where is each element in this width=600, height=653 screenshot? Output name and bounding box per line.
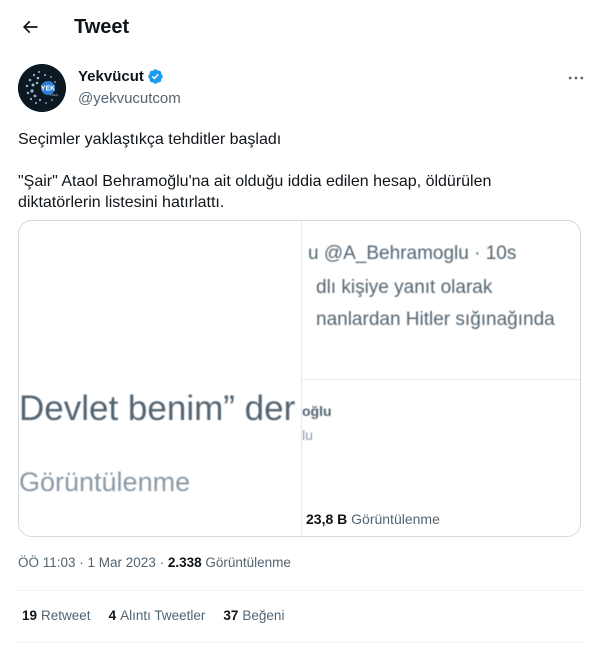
tweet-text-line: diktatörlerin listesini hatırlattı.	[18, 194, 225, 211]
media-left-big-text: Devlet benim” der	[19, 389, 296, 428]
quote-label: Alıntı Tweetler	[120, 608, 206, 623]
tweet-author: YEK vücut Yekvücut @yekvucutcom	[18, 64, 588, 116]
retweet-count: 19	[22, 608, 38, 623]
media-image-right[interactable]: u @A_Behramoglu · 10s dlı kişiye yanıt o…	[302, 221, 580, 536]
name-row: Yekvücut	[78, 68, 164, 85]
tweet-timestamp[interactable]: ÖÖ 11:03 · 1 Mar 2023 ·	[18, 555, 168, 570]
like-count: 37	[223, 608, 239, 623]
tweet-text-line: "Şair" Ataol Behramoğlu'na ait olduğu id…	[18, 173, 492, 190]
tweet-meta: ÖÖ 11:03 · 1 Mar 2023 · 2.338 Görüntülen…	[18, 555, 291, 570]
media-left-views: Görüntülenme	[19, 467, 191, 497]
retweet-stat[interactable]: 19 Retweet	[22, 608, 91, 623]
like-stat[interactable]: 37 Beğeni	[223, 608, 284, 623]
tweet-text: Seçimler yaklaştıkça tehditler başladı "…	[18, 129, 578, 213]
media-right-divider	[302, 379, 580, 380]
tweet-stats: 19 Retweet 4 Alıntı Tweetler 37 Beğeni	[22, 608, 284, 623]
media-right-line2: dlı kişiye yanıt olarak	[316, 277, 493, 298]
quote-stat[interactable]: 4 Alıntı Tweetler	[109, 608, 206, 623]
like-label: Beğeni	[242, 608, 285, 623]
quote-count: 4	[108, 608, 117, 623]
page-title: Tweet	[74, 16, 130, 38]
retweet-label: Retweet	[41, 608, 91, 623]
media-right-line3: nanlardan Hitler sığınağında	[316, 309, 555, 330]
media-image-left[interactable]: Devlet benim” der Görüntülenme	[19, 221, 301, 536]
more-horizontal-icon	[568, 76, 584, 80]
svg-text:YEK: YEK	[41, 86, 55, 93]
back-button[interactable]	[16, 13, 44, 41]
views-count: 2.338	[167, 555, 202, 570]
avatar-logo: YEK vücut	[18, 64, 66, 112]
arrow-left-icon	[22, 20, 38, 34]
views-label: Görüntülenme	[205, 555, 291, 570]
svg-text:vücut: vücut	[50, 93, 58, 97]
media-right-name: oğlu	[302, 403, 332, 419]
display-name[interactable]: Yekvücut	[78, 68, 144, 85]
media-right-views: 23,8 B Görüntülenme	[306, 511, 440, 527]
divider-top	[18, 590, 582, 591]
media-right-views-label: Görüntülenme	[351, 511, 440, 527]
media-right-sub: lu	[302, 427, 313, 443]
user-handle[interactable]: @yekvucutcom	[78, 90, 181, 107]
media-right-line1: u @A_Behramoglu · 10s	[308, 243, 517, 264]
divider-bottom	[18, 642, 582, 643]
tweet-text-line: Seçimler yaklaştıkça tehditler başladı	[18, 131, 282, 148]
verified-badge-icon	[148, 69, 163, 84]
tweet-header: Tweet	[0, 0, 600, 56]
more-button[interactable]	[564, 66, 588, 90]
media-right-views-count: 23,8 B	[306, 511, 348, 527]
tweet-media[interactable]: Devlet benim” der Görüntülenme u @A_Behr…	[18, 220, 581, 537]
avatar[interactable]: YEK vücut	[18, 64, 66, 112]
